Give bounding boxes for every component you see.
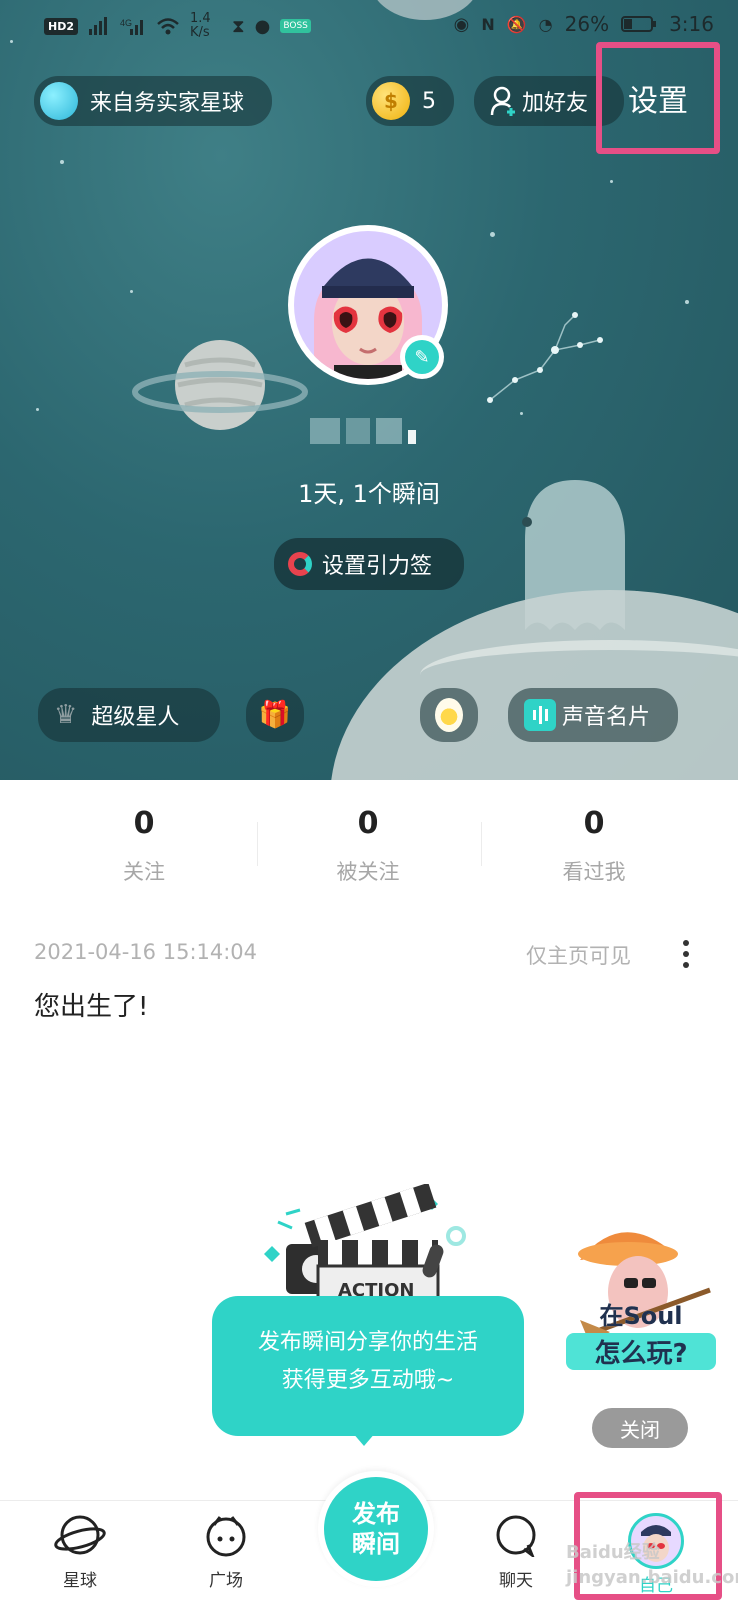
star	[36, 408, 39, 411]
stat-count: 0	[583, 806, 605, 841]
svg-text:4G: 4G	[120, 18, 132, 28]
nfc-icon: N	[481, 14, 495, 34]
star	[610, 180, 613, 183]
soul-guide-line-2: 怎么玩?	[566, 1333, 716, 1370]
planet-icon	[40, 82, 78, 120]
signal-4g-icon: 4G	[120, 18, 143, 35]
more-dot-icon	[683, 951, 689, 957]
promo-line-2: 获得更多互动哦~	[281, 1368, 455, 1393]
publish-button[interactable]: 发布瞬间	[318, 1471, 434, 1587]
stat-divider	[257, 822, 258, 866]
avatar[interactable]: ✎	[288, 225, 448, 385]
stat-label: 被关注	[336, 860, 400, 884]
tab-planet[interactable]: 星球	[40, 1513, 120, 1591]
square-tab-icon	[206, 1516, 246, 1557]
tab-label: 星球	[63, 1571, 97, 1591]
edit-wand-icon: ✎	[405, 340, 439, 374]
star	[490, 232, 495, 237]
hd-badge: HD2	[44, 17, 78, 35]
clock: 3:16	[669, 12, 714, 36]
chat-tab-icon	[496, 1515, 536, 1560]
more-dot-icon	[683, 940, 689, 946]
coin-count: 5	[422, 88, 436, 114]
egg-button[interactable]	[420, 688, 478, 742]
tab-chat[interactable]: 聊天	[476, 1513, 556, 1591]
bubble-tail	[352, 1432, 376, 1446]
coin-pill[interactable]: $ 5	[366, 76, 454, 126]
constellation-decoration	[487, 312, 603, 403]
voice-card-label: 声音名片	[562, 705, 651, 730]
profile-stats-line: 1天, 1个瞬间	[298, 480, 440, 508]
publish-label: 发布瞬间	[352, 1500, 400, 1558]
post-more-button[interactable]	[674, 934, 698, 974]
network-speed: 1.4 K/s	[190, 11, 211, 40]
signal-icon	[89, 17, 107, 35]
chat-bubble-icon: ●	[254, 15, 271, 37]
voice-wave-icon	[524, 699, 556, 731]
planet-tab-icon	[54, 1515, 106, 1555]
planet-decoration	[132, 340, 308, 430]
coin-icon: $	[372, 82, 410, 120]
more-dot-icon	[683, 962, 689, 968]
battery-percent: 26%	[564, 12, 610, 36]
baidu-watermark: Baidu经验 jingyan.baidu.com	[566, 1538, 738, 1589]
super-star-button[interactable]: ♛ 超级星人	[38, 688, 220, 742]
gift-icon: 🎁	[258, 700, 292, 730]
planet-origin-label: 来自务实家星球	[90, 91, 245, 116]
post-timestamp: 2021-04-16 15:14:04	[34, 940, 258, 964]
publish-promo-bubble[interactable]: 发布瞬间分享你的生活 获得更多互动哦~	[212, 1296, 524, 1446]
add-friend-label: 加好友	[522, 91, 589, 116]
magnet-icon	[288, 552, 312, 576]
gift-button[interactable]: 🎁	[246, 688, 304, 742]
avatar-edit-button[interactable]: ✎	[400, 335, 444, 379]
egg-icon	[435, 698, 463, 732]
mute-bell-icon: 🔕	[506, 14, 527, 34]
soul-guide-line-1: 在Soul	[599, 1302, 683, 1330]
stat-divider	[481, 822, 482, 866]
voice-card-button[interactable]: 声音名片	[508, 688, 678, 742]
stat-label: 看过我	[562, 860, 626, 884]
settings-highlight-box	[596, 42, 720, 154]
soul-guide-title[interactable]: 在Soul 怎么玩?	[566, 1296, 716, 1370]
tab-square[interactable]: 广场	[186, 1513, 266, 1591]
star	[130, 290, 133, 293]
crown-icon: ♛	[54, 700, 78, 730]
tab-label: 聊天	[499, 1571, 533, 1591]
hourglass-icon: ⧗	[232, 15, 245, 37]
nickname-blurred	[310, 418, 416, 446]
gravity-tag-label: 设置引力签	[322, 554, 433, 579]
stat-count: 0	[133, 806, 155, 841]
data-saver-icon: ◔	[538, 14, 553, 34]
gravity-tag-button[interactable]: 设置引力签	[274, 538, 464, 590]
post-content: 您出生了!	[34, 992, 149, 1022]
battery-icon	[621, 16, 657, 32]
soul-guide-close-button[interactable]: 关闭	[592, 1408, 688, 1448]
planet-origin-pill[interactable]: 来自务实家星球	[34, 76, 272, 126]
post-item[interactable]: 2021-04-16 15:14:04 仅主页可见 您出生了!	[0, 930, 738, 1030]
star	[685, 300, 689, 304]
stat-count: 0	[357, 806, 379, 841]
promo-line-1: 发布瞬间分享你的生活	[257, 1330, 478, 1355]
close-label: 关闭	[620, 1417, 660, 1442]
wifi-icon	[157, 18, 179, 35]
eye-icon: ◉	[453, 13, 470, 35]
star	[60, 160, 64, 164]
post-visibility: 仅主页可见	[526, 944, 631, 968]
super-star-label: 超级星人	[91, 705, 180, 730]
boss-app-icon: BOSS	[280, 19, 311, 33]
add-friend-icon	[490, 86, 515, 116]
stat-label: 关注	[123, 860, 165, 884]
tab-label: 广场	[209, 1571, 243, 1591]
watermark-text: Baidu经验 jingyan.baidu.com	[566, 1542, 738, 1588]
